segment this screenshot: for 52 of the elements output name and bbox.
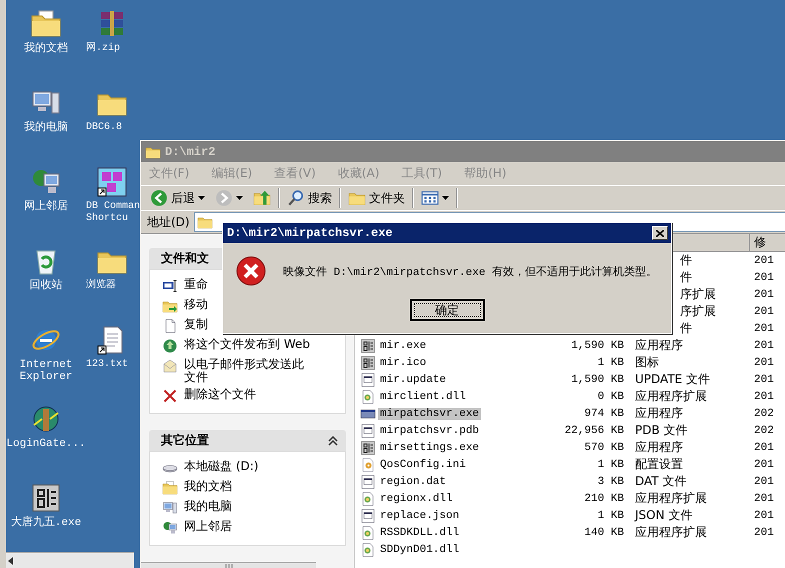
file-type: 应用程序 (634, 405, 684, 422)
file-type: PDB 文件 (634, 422, 689, 439)
file-size: 1 KB (596, 356, 625, 368)
file-date: 202 (753, 408, 775, 420)
file-type: 序扩展 (680, 304, 716, 318)
file-type: 件 (680, 270, 692, 284)
file-date: 201 (753, 322, 775, 334)
file-size: 22,956 KB (564, 424, 625, 436)
file-type: 应用程序 (634, 337, 684, 354)
file-type: 件 (680, 253, 692, 267)
file-date: 201 (753, 306, 775, 318)
file-type: 件 (680, 321, 692, 335)
file-type: 应用程序 (634, 439, 684, 456)
file-size: 1 KB (596, 458, 625, 470)
file-date: 201 (753, 458, 775, 470)
file-date: 201 (753, 476, 775, 488)
file-date: 201 (753, 526, 775, 538)
address-label: 地址(D) (147, 214, 190, 230)
file-size: 570 KB (583, 442, 625, 454)
file-size: 974 KB (583, 408, 625, 420)
file-type: 应用程序扩展 (634, 490, 708, 507)
file-size: 210 KB (583, 492, 625, 504)
window-title: D:\mir2 (165, 144, 216, 158)
file-date: 201 (753, 254, 775, 266)
file-type: 图标 (634, 354, 660, 371)
file-date: 201 (753, 272, 775, 284)
file-date: 202 (753, 424, 775, 436)
file-type: JSON 文件 (633, 507, 694, 524)
file-date: 201 (753, 288, 775, 300)
file-size: 1,590 KB (570, 374, 625, 386)
file-date: 201 (753, 492, 775, 504)
file-date: 201 (753, 340, 775, 352)
file-date: 201 (753, 374, 775, 386)
file-type: 序扩展 (680, 287, 716, 301)
file-size: 0 KB (596, 390, 625, 402)
file-size: 140 KB (583, 526, 625, 538)
dialog-title: D:\mir2\mirpatchsvr.exe (227, 226, 393, 240)
panel-title: 文件和文 (161, 250, 209, 267)
file-size: 3 KB (596, 476, 625, 488)
file-type: 配置设置 (634, 456, 684, 473)
file-size: 1 KB (596, 510, 625, 522)
file-date: 201 (753, 390, 775, 402)
file-date: 201 (753, 510, 775, 522)
file-type: 应用程序扩展 (634, 524, 708, 541)
file-size: 1,590 KB (570, 340, 625, 352)
file-date: 201 (753, 442, 775, 454)
panel-title: 其它位置 (161, 432, 209, 449)
file-type: UPDATE 文件 (634, 371, 712, 388)
file-type: 应用程序扩展 (634, 388, 708, 405)
file-type: DAT 文件 (634, 473, 688, 490)
file-date: 201 (753, 356, 775, 368)
error-message: 映像文件 D:\mir2\mirpatchsvr.exe 有效，但不适用于此计算机类型。 (283, 264, 658, 278)
